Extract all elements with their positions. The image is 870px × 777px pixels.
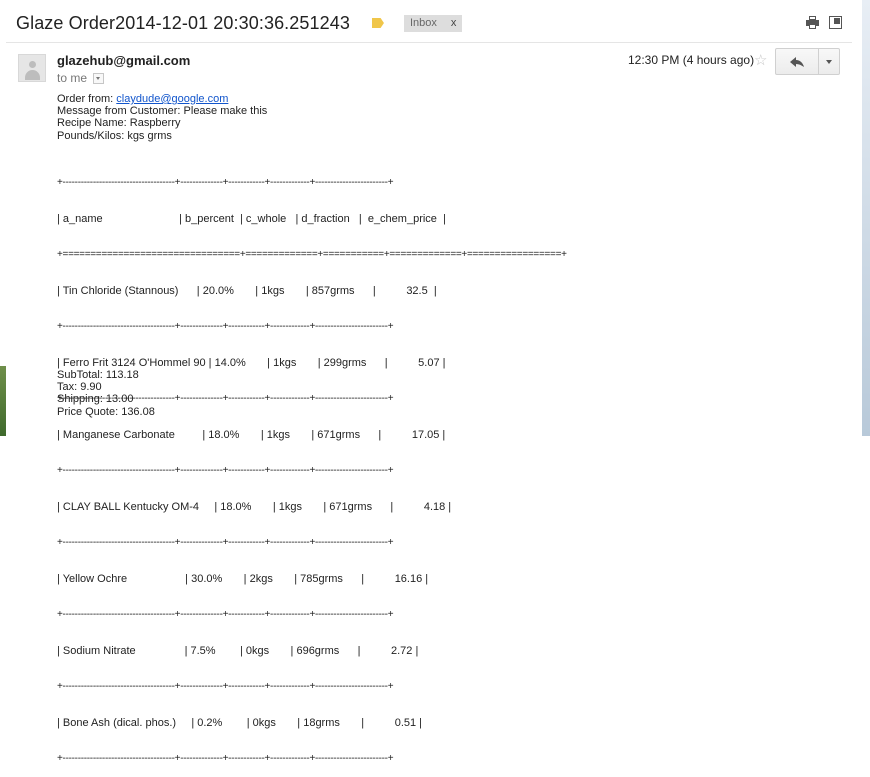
top-actions <box>806 16 842 29</box>
more-actions-button[interactable] <box>819 48 840 75</box>
customer-message: Message from Customer: Please make this <box>57 105 268 118</box>
table-row: | Ferro Frit 3124 O'Hommel 90 | 14.0% | … <box>57 357 446 369</box>
header-divider <box>6 42 852 43</box>
show-details-toggle[interactable] <box>93 72 105 84</box>
reply-button[interactable] <box>775 48 819 75</box>
table-border: +-------------------------------------+-… <box>57 753 394 764</box>
table-row: | CLAY BALL Kentucky OM-4 | 18.0% | 1kgs… <box>57 501 452 513</box>
sender-email[interactable]: glazehub@gmail.com <box>57 53 190 68</box>
email-subject: Glaze Order2014-12-01 20:30:36.251243 <box>16 12 350 33</box>
row-separator: +-------------------------------------+-… <box>57 609 394 620</box>
recipient-row: to me <box>57 71 105 85</box>
star-icon[interactable]: ☆ <box>754 51 767 69</box>
row-separator: +-------------------------------------+-… <box>57 537 394 548</box>
table-border: +-------------------------------------+-… <box>57 177 394 188</box>
right-edge <box>862 0 870 436</box>
message-body: Order from: claydude@google.com Message f… <box>57 93 267 142</box>
inbox-label-text: Inbox <box>409 16 437 29</box>
order-totals: SubTotal: 113.18 Tax: 9.90 Shipping: 13.00… <box>57 369 155 418</box>
reply-group <box>775 48 840 75</box>
price-quote: Price Quote: 136.08 <box>57 405 155 418</box>
label-tag-icon[interactable] <box>371 18 384 28</box>
table-row: | Sodium Nitrate | 7.5% | 0kgs | 696grms… <box>57 645 419 657</box>
printer-icon[interactable] <box>806 16 819 29</box>
customer-email-link[interactable]: claydude@google.com <box>116 93 228 105</box>
row-separator: +-------------------------------------+-… <box>57 465 394 476</box>
row-separator: +-------------------------------------+-… <box>57 321 394 332</box>
reply-icon <box>790 56 804 67</box>
message-time: 12:30 PM (4 hours ago) <box>628 53 755 67</box>
subject-bar: Glaze Order2014-12-01 20:30:36.251243 In… <box>16 10 463 36</box>
table-row: | Tin Chloride (Stannous) | 20.0% | 1kgs… <box>57 285 437 297</box>
inbox-label-chip[interactable]: Inbox x <box>403 14 463 32</box>
table-row: | Bone Ash (dical. phos.) | 0.2% | 0kgs … <box>57 717 423 729</box>
table-row: | Yellow Ochre | 30.0% | 2kgs | 785grms … <box>57 573 429 585</box>
recipient-text: to me <box>57 71 88 85</box>
desktop-background <box>0 366 6 436</box>
table-header-separator: +================================+======… <box>57 249 567 260</box>
order-table: +-------------------------------------+-… <box>57 153 567 777</box>
units-line: Pounds/Kilos: kgs grms <box>57 129 172 142</box>
order-from-line: Order from: claydude@google.com <box>57 93 229 105</box>
new-window-icon[interactable] <box>829 16 842 29</box>
avatar[interactable] <box>18 54 46 82</box>
recipe-name: Recipe Name: Raspberry <box>57 117 181 130</box>
row-separator: +-------------------------------------+-… <box>57 681 394 692</box>
subtotal: SubTotal: 113.18 <box>57 369 139 381</box>
shipping: Shipping: 13.00 <box>57 393 134 406</box>
tax: Tax: 9.90 <box>57 381 102 394</box>
table-header: | a_name | b_percent | c_whole | d_fract… <box>57 213 446 225</box>
left-edge <box>0 0 6 436</box>
remove-label-button[interactable]: x <box>451 17 457 29</box>
table-row: | Manganese Carbonate | 18.0% | 1kgs | 6… <box>57 429 446 441</box>
